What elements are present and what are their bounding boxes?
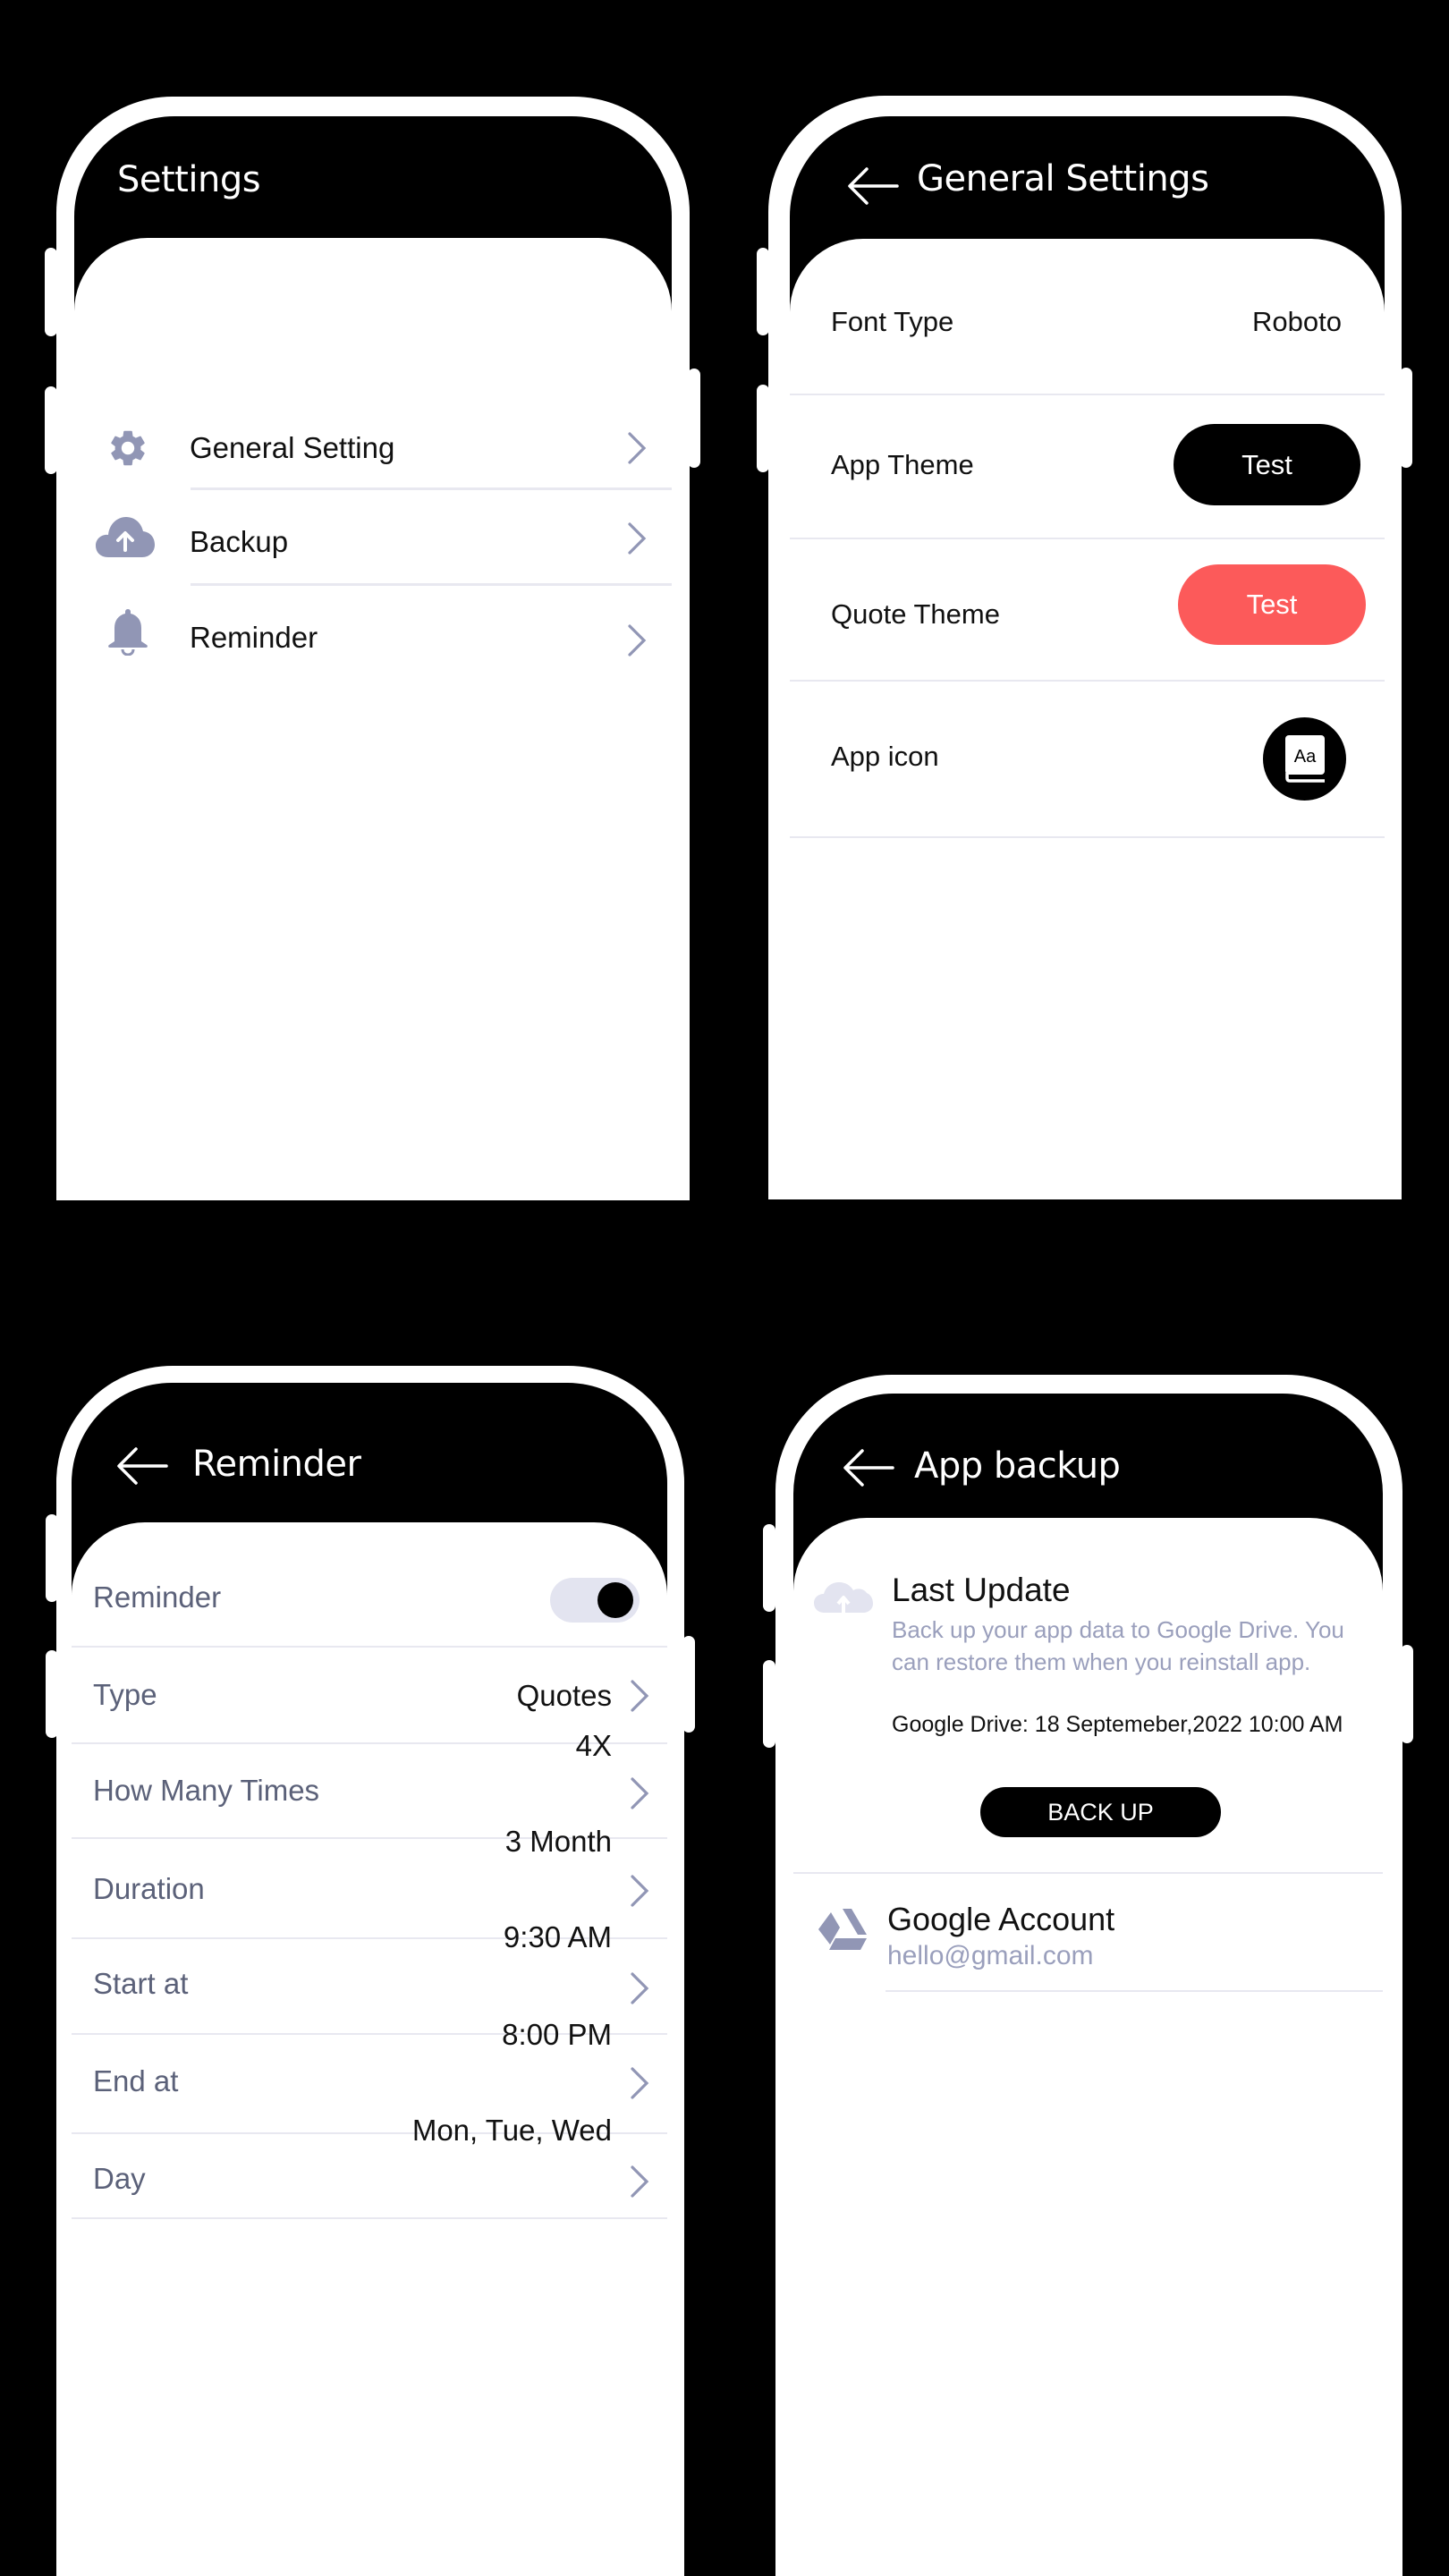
- setting-row-font-type[interactable]: Font Type Roboto: [790, 239, 1385, 394]
- power-button: [1401, 1645, 1413, 1743]
- app-icon-text: Aa: [1294, 747, 1317, 767]
- setting-row-quote-theme: Quote Theme Test: [790, 539, 1385, 681]
- reminder-row-label: End at: [93, 2064, 179, 2097]
- chevron-right-icon: [631, 2067, 649, 2099]
- chevron-right-icon: [631, 1777, 649, 1809]
- setting-row-app-icon: App icon Aa: [790, 682, 1385, 836]
- google-drive-icon: [818, 1909, 867, 1950]
- power-button: [688, 369, 700, 468]
- setting-label: Font Type: [831, 306, 954, 337]
- app-icon-button[interactable]: Aa: [1263, 717, 1346, 801]
- reminder-row-label: Day: [93, 2162, 146, 2195]
- reminder-toggle-label: Reminder: [93, 1580, 222, 1614]
- reminder-row-value: 9:30 AM: [503, 1920, 612, 1953]
- reminder-toggle[interactable]: [550, 1578, 640, 1623]
- page-title: Reminder: [192, 1444, 361, 1485]
- last-update-heading: Last Update: [892, 1572, 1071, 1608]
- settings-item-reminder[interactable]: Reminder: [74, 587, 672, 676]
- chevron-right-icon: [628, 624, 647, 657]
- reminder-row-value: Mon, Tue, Wed: [411, 2114, 612, 2147]
- chevron-right-icon: [631, 1972, 649, 2004]
- general-settings-card: Font Type Roboto App Theme Test Quote Th…: [790, 239, 1385, 1199]
- setting-label: App Theme: [831, 449, 974, 480]
- drive-last-backup-status: Google Drive: 18 Septemeber,2022 10:00 A…: [892, 1712, 1343, 1737]
- settings-card: General Setting Backup Reminder: [74, 238, 672, 1200]
- reminder-row-label: Duration: [93, 1872, 205, 1905]
- book-aa-icon: Aa: [1285, 735, 1325, 783]
- divider: [886, 1990, 1383, 1992]
- divider: [72, 2217, 667, 2219]
- settings-item-general[interactable]: General Setting: [74, 399, 672, 488]
- reminder-row-label: Start at: [93, 1967, 189, 2000]
- toggle-knob: [597, 1582, 633, 1618]
- page-title: Settings: [117, 159, 261, 200]
- reminder-row-label: Type: [93, 1678, 157, 1711]
- cloud-upload-icon: [814, 1582, 873, 1613]
- settings-item-label: Reminder: [190, 621, 318, 654]
- reminder-row-day[interactable]: Day Mon, Tue, Wed: [72, 2114, 667, 2217]
- chevron-right-icon: [628, 522, 647, 555]
- arrow-left-icon[interactable]: [847, 166, 899, 206]
- volume-up-button: [757, 248, 769, 335]
- font-type-value: Roboto: [1252, 306, 1342, 337]
- reminder-row-value: Quotes: [516, 1679, 612, 1712]
- divider: [191, 487, 672, 490]
- volume-down-button: [763, 1660, 775, 1748]
- page-title: General Settings: [917, 158, 1209, 199]
- divider: [790, 836, 1385, 838]
- screen: Reminder Reminder Type Quotes How Many T…: [72, 1383, 667, 2576]
- gear-icon: [111, 430, 145, 466]
- volume-up-button: [45, 248, 57, 336]
- power-button: [682, 1636, 695, 1733]
- page-title: App backup: [914, 1445, 1121, 1487]
- chevron-right-icon: [628, 432, 647, 464]
- backup-description-line2: can restore them when you reinstall app.: [892, 1648, 1311, 1675]
- google-account-heading: Google Account: [887, 1901, 1115, 1937]
- reminder-toggle-row: Reminder: [72, 1522, 667, 1646]
- chevron-right-icon: [631, 1680, 649, 1712]
- reminder-row-label: How Many Times: [93, 1774, 320, 1807]
- volume-up-button: [763, 1524, 775, 1612]
- arrow-left-icon[interactable]: [843, 1448, 894, 1487]
- setting-label: App icon: [831, 741, 939, 772]
- google-account-email: hello@gmail.com: [887, 1941, 1094, 1970]
- screen: General Settings Font Type Roboto App Th…: [790, 116, 1385, 1199]
- screen: App backup Last Update Back up your app …: [793, 1394, 1383, 2576]
- google-account-row[interactable]: Google Account hello@gmail.com: [793, 1874, 1383, 1992]
- divider: [191, 583, 672, 586]
- app-theme-test-button[interactable]: Test: [1174, 424, 1360, 505]
- reminder-row-value: 8:00 PM: [502, 2018, 612, 2051]
- screen: Settings General Setting Backup Reminder: [74, 116, 672, 1200]
- backup-card: Last Update Back up your app data to Goo…: [793, 1518, 1383, 2576]
- chevron-right-icon: [631, 2165, 649, 2198]
- volume-down-button: [757, 385, 769, 472]
- bell-icon: [108, 609, 148, 656]
- backup-description-line1: Back up your app data to Google Drive. Y…: [892, 1616, 1344, 1643]
- back-up-button[interactable]: BACK UP: [980, 1787, 1221, 1837]
- reminder-row-value: 3 Month: [504, 1825, 612, 1858]
- volume-down-button: [45, 386, 57, 474]
- reminder-card: Reminder Type Quotes How Many Times 4X D…: [72, 1522, 667, 2576]
- setting-label: Quote Theme: [831, 598, 1000, 630]
- settings-item-backup[interactable]: Backup: [74, 492, 672, 581]
- power-button: [1400, 368, 1412, 468]
- settings-item-label: Backup: [190, 525, 289, 558]
- setting-row-app-theme: App Theme Test: [790, 395, 1385, 538]
- quote-theme-test-button[interactable]: Test: [1178, 564, 1366, 645]
- cloud-upload-icon: [96, 517, 155, 557]
- arrow-left-icon[interactable]: [116, 1446, 168, 1486]
- settings-item-label: General Setting: [190, 431, 395, 464]
- chevron-right-icon: [631, 1875, 649, 1907]
- reminder-row-value: 4X: [575, 1729, 612, 1762]
